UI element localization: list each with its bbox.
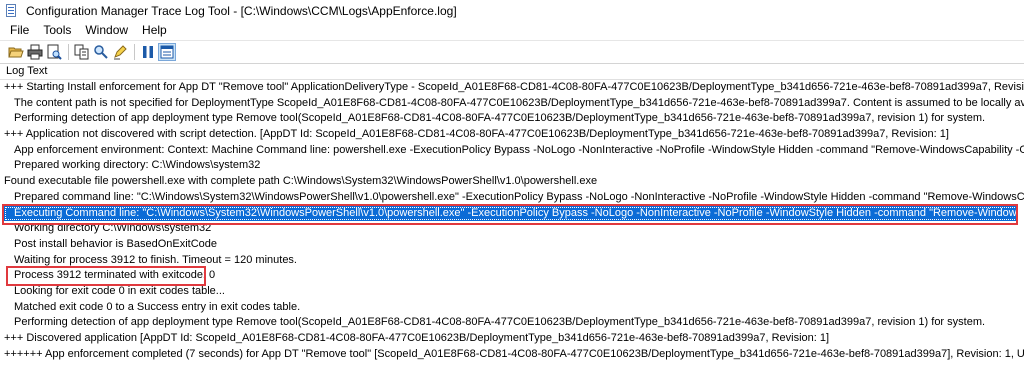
toolbar xyxy=(0,40,1024,62)
menu-window[interactable]: Window xyxy=(78,21,135,40)
highlight-icon[interactable] xyxy=(112,44,128,60)
log-text-column-header[interactable]: Log Text xyxy=(0,64,1024,80)
print-icon[interactable] xyxy=(27,44,43,60)
window-title: Configuration Manager Trace Log Tool - [… xyxy=(26,3,457,18)
pause-icon[interactable] xyxy=(140,44,156,60)
copy-icon[interactable] xyxy=(74,44,90,60)
log-view-icon[interactable] xyxy=(158,42,176,61)
find-icon[interactable] xyxy=(93,44,109,60)
log-row[interactable]: Found executable file powershell.exe wit… xyxy=(0,174,1024,190)
log-row[interactable]: The content path is not specified for De… xyxy=(0,96,1024,112)
trace-log-app-icon xyxy=(5,3,19,18)
menu-file[interactable]: File xyxy=(0,21,36,40)
log-row[interactable]: ++++++ App enforcement completed (7 seco… xyxy=(0,347,1024,363)
log-row[interactable]: Prepared working directory: C:\Windows\s… xyxy=(0,158,1024,174)
menu-bar: File Tools Window Help xyxy=(0,21,1024,40)
log-row[interactable]: App enforcement environment: Context: Ma… xyxy=(0,143,1024,159)
log-row[interactable]: Performing detection of app deployment t… xyxy=(0,111,1024,127)
log-row[interactable]: Matched exit code 0 to a Success entry i… xyxy=(0,300,1024,316)
log-row[interactable]: +++ Application not discovered with scri… xyxy=(0,127,1024,143)
log-panel: Log Text +++ Starting Install enforcemen… xyxy=(0,63,1024,383)
log-row[interactable]: Prepared command line: "C:\Windows\Syste… xyxy=(0,190,1024,206)
toolbar-separator xyxy=(68,43,69,60)
log-row[interactable]: Post install behavior is BasedOnExitCode xyxy=(0,237,1024,253)
title-bar: Configuration Manager Trace Log Tool - [… xyxy=(0,0,1024,21)
log-row[interactable]: Performing detection of app deployment t… xyxy=(0,315,1024,331)
print-preview-icon[interactable] xyxy=(46,44,62,60)
menu-help[interactable]: Help xyxy=(135,21,174,40)
toolbar-separator xyxy=(134,43,135,60)
log-row[interactable]: Working directory C:\Windows\system32 xyxy=(0,221,1024,237)
log-row[interactable]: Looking for exit code 0 in exit codes ta… xyxy=(0,284,1024,300)
open-icon[interactable] xyxy=(8,44,24,60)
menu-tools[interactable]: Tools xyxy=(36,21,78,40)
log-row-selected[interactable]: Executing Command line: "C:\Windows\Syst… xyxy=(4,205,1018,222)
log-row[interactable]: Process 3912 terminated with exitcode: 0 xyxy=(0,268,1024,284)
log-list: +++ Starting Install enforcement for App… xyxy=(0,80,1024,362)
log-row[interactable]: Waiting for process 3912 to finish. Time… xyxy=(0,253,1024,269)
log-row[interactable]: +++ Discovered application [AppDT Id: Sc… xyxy=(0,331,1024,347)
log-row[interactable]: +++ Starting Install enforcement for App… xyxy=(0,80,1024,96)
